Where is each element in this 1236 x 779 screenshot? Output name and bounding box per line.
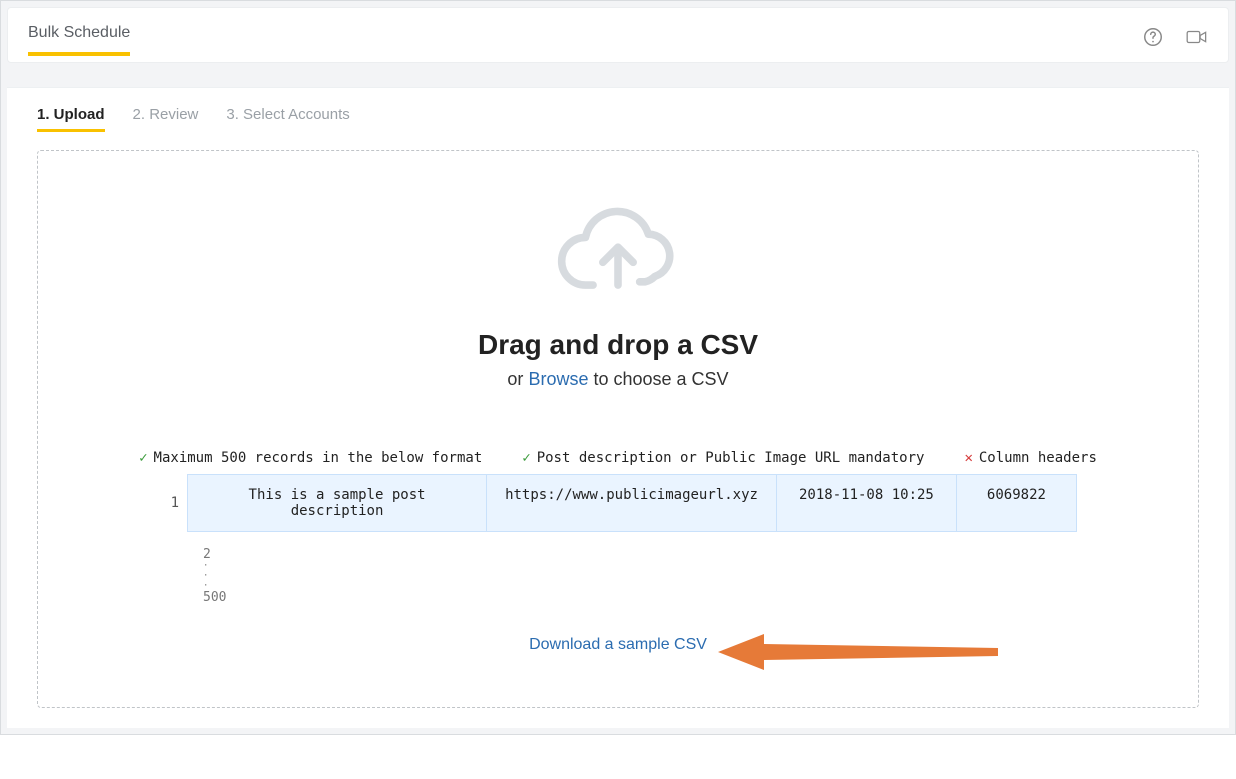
rule-mandatory-fields: ✓ Post description or Public Image URL m… bbox=[522, 450, 924, 466]
csv-dropzone[interactable]: Drag and drop a CSV or Browse to choose … bbox=[37, 150, 1199, 708]
sample-row: 1 This is a sample post description http… bbox=[98, 474, 1138, 532]
dropzone-heading: Drag and drop a CSV bbox=[98, 329, 1138, 361]
cell-image-url: https://www.publicimageurl.xyz bbox=[487, 474, 777, 532]
wizard-steps: 1. Upload 2. Review 3. Select Accounts bbox=[37, 106, 1199, 132]
dropzone-subtext: or Browse to choose a CSV bbox=[98, 369, 1138, 390]
sample-cells: This is a sample post description https:… bbox=[187, 474, 1077, 532]
download-sample-csv-link[interactable]: Download a sample CSV bbox=[529, 636, 707, 653]
body-card: 1. Upload 2. Review 3. Select Accounts D… bbox=[7, 87, 1229, 728]
page-title-wrap: Bulk Schedule bbox=[28, 24, 130, 56]
header-actions bbox=[1142, 24, 1208, 53]
line-number-2: 2 bbox=[203, 548, 1033, 562]
header-bar: Bulk Schedule bbox=[7, 7, 1229, 63]
step-upload[interactable]: 1. Upload bbox=[37, 106, 105, 132]
cell-datetime: 2018-11-08 10:25 bbox=[777, 474, 957, 532]
help-icon[interactable] bbox=[1142, 26, 1164, 53]
rule-max-records: ✓ Maximum 500 records in the below forma… bbox=[139, 450, 482, 466]
more-lines: 2 ··· 500 bbox=[203, 548, 1033, 606]
page-title: Bulk Schedule bbox=[28, 24, 130, 56]
video-icon[interactable] bbox=[1186, 26, 1208, 53]
step-review[interactable]: 2. Review bbox=[133, 106, 199, 132]
check-icon: ✓ bbox=[139, 450, 147, 466]
cell-id: 6069822 bbox=[957, 474, 1077, 532]
cloud-upload-icon bbox=[98, 206, 1138, 309]
check-icon: ✓ bbox=[522, 450, 530, 466]
rule-text: Column headers bbox=[979, 450, 1097, 466]
rule-column-headers: ✕ Column headers bbox=[964, 450, 1096, 466]
line-number-1: 1 bbox=[159, 495, 179, 511]
app-window: Bulk Schedule 1. Upload 2. Review bbox=[0, 0, 1236, 735]
cross-icon: ✕ bbox=[964, 450, 972, 466]
download-wrap: Download a sample CSV bbox=[98, 636, 1138, 672]
browse-link[interactable]: Browse bbox=[528, 369, 588, 389]
step-accounts[interactable]: 3. Select Accounts bbox=[226, 106, 349, 132]
dropzone-sub-prefix: or bbox=[507, 369, 528, 389]
annotation-arrow-icon bbox=[718, 630, 998, 674]
line-number-500: 500 bbox=[203, 591, 1033, 605]
rule-text: Post description or Public Image URL man… bbox=[537, 450, 925, 466]
dropzone-sub-suffix: to choose a CSV bbox=[588, 369, 728, 389]
rule-text: Maximum 500 records in the below format bbox=[154, 450, 483, 466]
rules-row: ✓ Maximum 500 records in the below forma… bbox=[98, 450, 1138, 466]
vertical-ellipsis-icon: ··· bbox=[203, 562, 1033, 592]
cell-description: This is a sample post description bbox=[187, 474, 487, 532]
